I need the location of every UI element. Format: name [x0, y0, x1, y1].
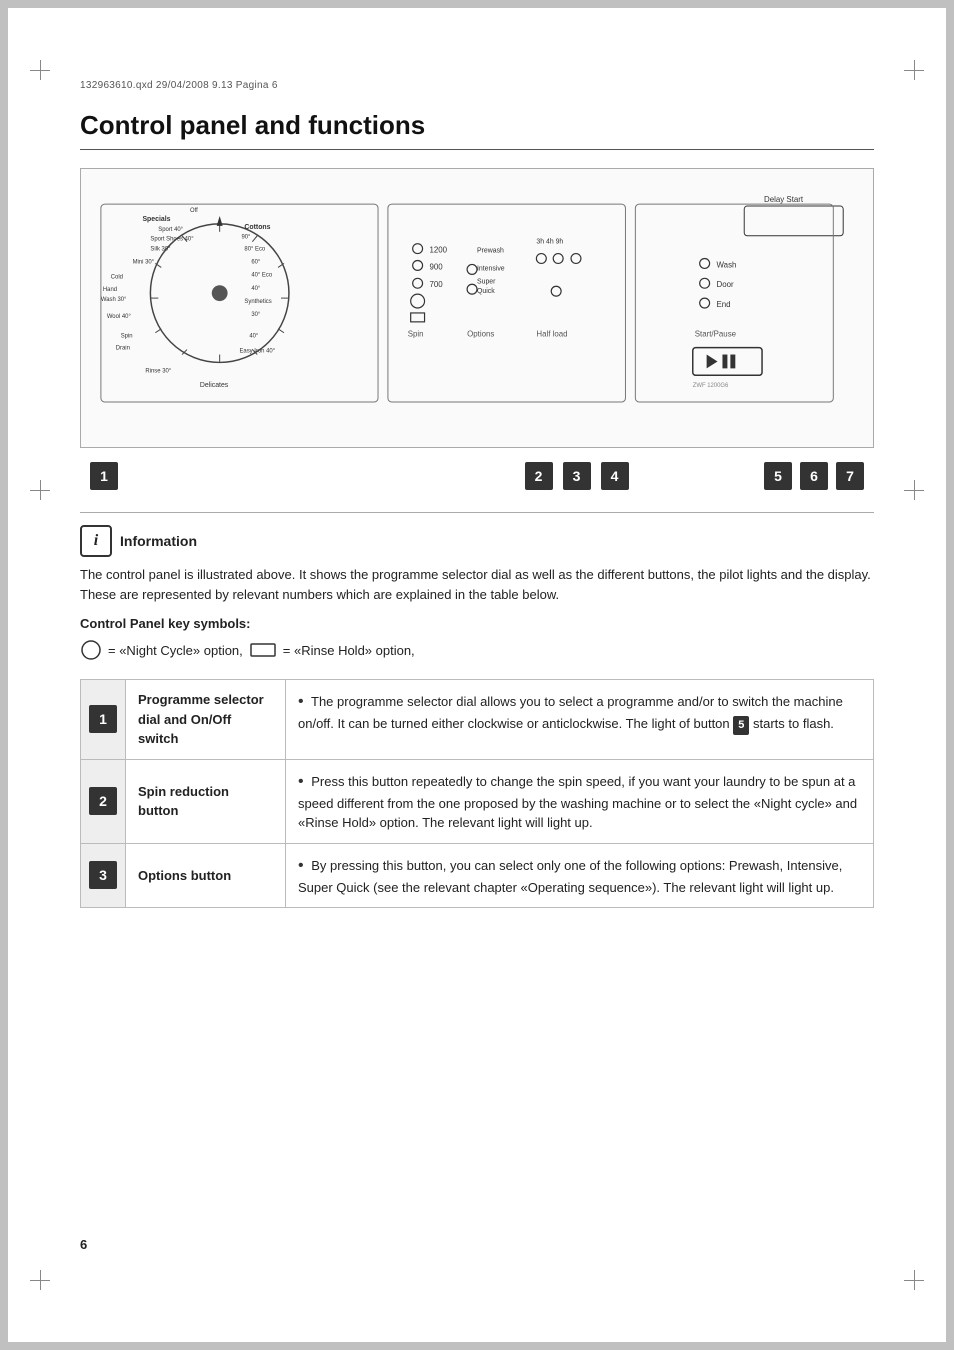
svg-text:Delicates: Delicates	[200, 382, 229, 389]
diagram-label-3: 3	[563, 462, 591, 490]
svg-text:30°: 30°	[251, 312, 261, 318]
svg-text:Mini 30°: Mini 30°	[133, 259, 155, 265]
svg-text:Synthetics: Synthetics	[244, 299, 271, 305]
row-1-label: Programme selector dial and On/Off switc…	[126, 680, 286, 760]
svg-text:Easy Iron 40°: Easy Iron 40°	[239, 349, 275, 355]
crosshair-top-right	[904, 60, 924, 80]
key-symbols-label: Control Panel key symbols:	[80, 616, 874, 631]
svg-text:3h 4h 9h: 3h 4h 9h	[536, 239, 563, 246]
svg-text:1200: 1200	[429, 246, 447, 255]
crosshair-top-left	[30, 60, 50, 80]
row-2-num-cell: 2	[81, 759, 126, 843]
svg-text:40°: 40°	[251, 286, 261, 292]
svg-text:900: 900	[429, 262, 443, 271]
inline-badge-5: 5	[733, 716, 749, 735]
rinse-hold-label: = «Rinse Hold» option,	[283, 643, 415, 658]
row-3-badge: 3	[89, 861, 117, 889]
svg-text:Cold: Cold	[111, 274, 123, 280]
bullet-icon: •	[298, 857, 304, 874]
row-3-desc-text: By pressing this button, you can select …	[298, 858, 842, 895]
row-1-num-cell: 1	[81, 680, 126, 760]
svg-text:Silk 30°: Silk 30°	[150, 247, 171, 253]
symbol-line: = «Night Cycle» option, = «Rinse Hold» o…	[80, 639, 874, 661]
info-box: i Information	[80, 525, 874, 557]
svg-text:40°: 40°	[249, 334, 259, 340]
rinse-hold-svg-icon	[249, 641, 277, 659]
diagram-label-7: 7	[836, 462, 864, 490]
svg-text:40° Eco: 40° Eco	[251, 272, 273, 278]
svg-text:Delay Start: Delay Start	[764, 195, 804, 204]
crosshair-mid-right	[904, 480, 924, 500]
svg-text:60°: 60°	[251, 259, 261, 265]
svg-text:Specials: Specials	[142, 216, 170, 223]
svg-text:Sport 40°: Sport 40°	[158, 227, 183, 233]
diagram-label-5: 5	[764, 462, 792, 490]
night-cycle-label: = «Night Cycle» option,	[108, 643, 243, 658]
svg-text:Spin: Spin	[408, 330, 424, 339]
svg-text:Prewash: Prewash	[477, 248, 504, 255]
table-row: 3 Options button • By pressing this butt…	[81, 843, 874, 908]
bullet-icon: •	[298, 773, 304, 790]
svg-text:Wash 30°: Wash 30°	[101, 297, 127, 303]
crosshair-mid-left	[30, 480, 50, 500]
info-paragraph: The control panel is illustrated above. …	[80, 565, 874, 604]
svg-text:Off: Off	[190, 208, 198, 214]
svg-text:700: 700	[429, 280, 443, 289]
table-row: 2 Spin reduction button • Press this but…	[81, 759, 874, 843]
bullet-icon: •	[298, 693, 304, 710]
row-3-num-cell: 3	[81, 843, 126, 908]
svg-text:Sport Shoes 40°: Sport Shoes 40°	[150, 237, 194, 243]
row-2-label: Spin reduction button	[126, 759, 286, 843]
row-3-label: Options button	[126, 843, 286, 908]
svg-text:Hand: Hand	[103, 287, 117, 293]
svg-text:Options: Options	[467, 330, 494, 339]
svg-text:Rinse 30°: Rinse 30°	[145, 368, 171, 374]
row-1-desc-text: The programme selector dial allows you t…	[298, 694, 843, 731]
info-icon: i	[80, 525, 112, 557]
diagram-label-4: 4	[601, 462, 629, 490]
page-number: 6	[80, 1237, 87, 1252]
info-section-title: Information	[120, 533, 197, 549]
row-1-badge: 1	[89, 705, 117, 733]
svg-text:ZWF 1200G6: ZWF 1200G6	[693, 383, 729, 389]
svg-text:Drain: Drain	[116, 346, 130, 352]
crosshair-bottom-left	[30, 1270, 50, 1290]
functions-table: 1 Programme selector dial and On/Off swi…	[80, 679, 874, 908]
svg-text:Wool 40°: Wool 40°	[107, 314, 132, 320]
svg-text:Intensive: Intensive	[477, 265, 505, 272]
row-1-desc: • The programme selector dial allows you…	[286, 680, 874, 760]
svg-text:End: End	[717, 300, 731, 309]
table-row: 1 Programme selector dial and On/Off swi…	[81, 680, 874, 760]
row-2-desc-text: Press this button repeatedly to change t…	[298, 774, 857, 831]
row-2-badge: 2	[89, 787, 117, 815]
diagram-label-1: 1	[90, 462, 118, 490]
svg-text:90°: 90°	[241, 235, 251, 241]
file-info: 132963610.qxd 29/04/2008 9.13 Pagina 6	[80, 80, 278, 91]
diagram-number-labels: 1 2 3 4 5 6 7	[80, 458, 874, 494]
svg-text:Wash: Wash	[717, 260, 737, 269]
diagram-label-6: 6	[800, 462, 828, 490]
row-2-desc: • Press this button repeatedly to change…	[286, 759, 874, 843]
svg-text:Start/Pause: Start/Pause	[695, 330, 737, 339]
svg-text:Half load: Half load	[536, 330, 567, 339]
page-title: Control panel and functions	[80, 110, 874, 150]
svg-text:Quick: Quick	[477, 288, 495, 295]
crosshair-bottom-right	[904, 1270, 924, 1290]
control-panel-diagram: Delay Start Spe	[80, 168, 874, 448]
row-3-desc: • By pressing this button, you can selec…	[286, 843, 874, 908]
diagram-label-2: 2	[525, 462, 553, 490]
svg-text:Cottons: Cottons	[244, 224, 270, 231]
svg-text:80° Eco: 80° Eco	[244, 247, 266, 253]
svg-text:Door: Door	[717, 280, 735, 289]
svg-text:Super: Super	[477, 278, 496, 285]
svg-text:Spin: Spin	[121, 334, 133, 340]
night-cycle-svg-icon	[80, 639, 102, 661]
